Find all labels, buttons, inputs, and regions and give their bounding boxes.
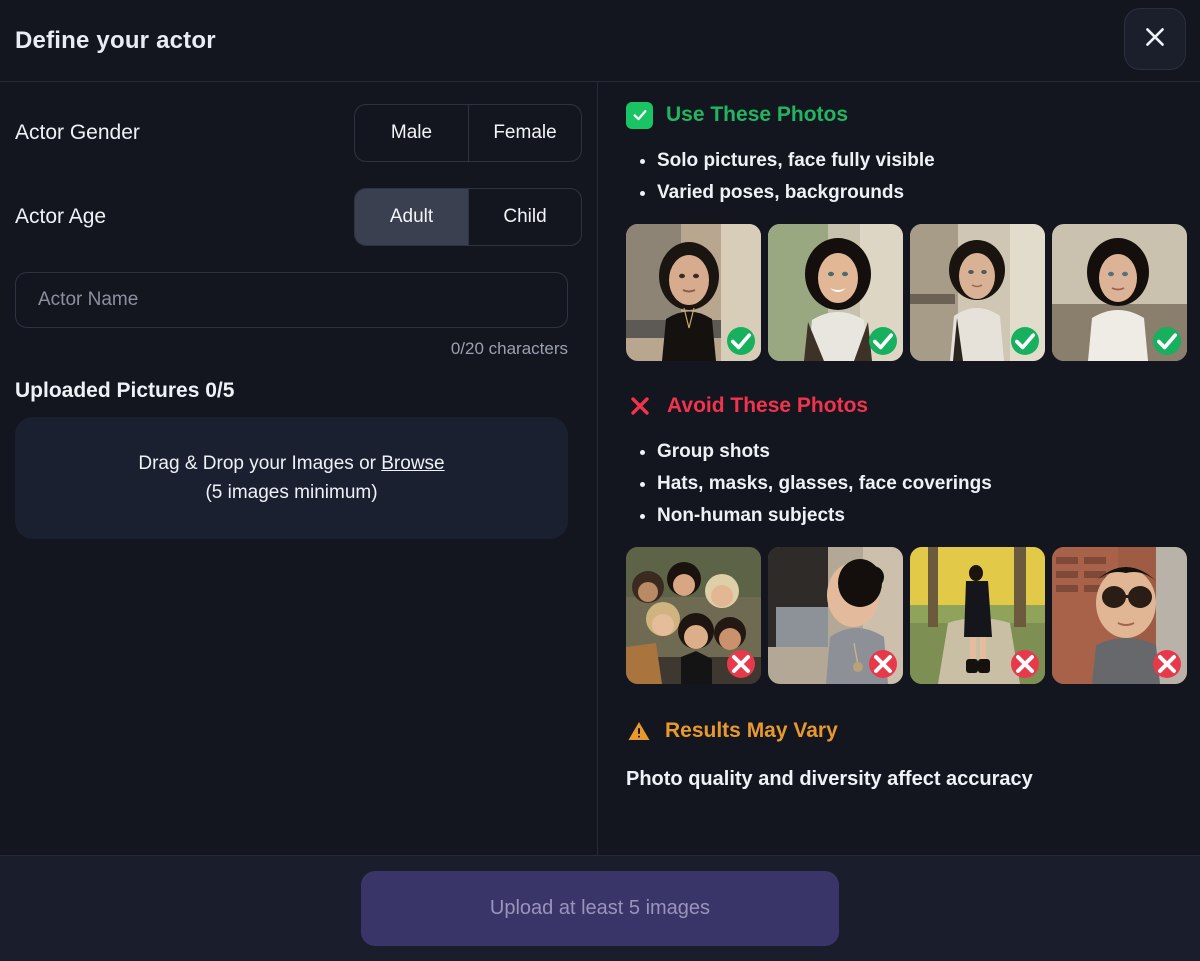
checkbox-checked-icon bbox=[626, 102, 653, 129]
results-may-vary-header: Results May Vary bbox=[626, 714, 1200, 748]
gender-label: Actor Gender bbox=[15, 121, 140, 145]
actor-form-pane: Actor Gender Male Female Actor Age Adult… bbox=[0, 82, 598, 855]
good-photo-1[interactable] bbox=[626, 224, 761, 361]
close-icon bbox=[1142, 24, 1168, 55]
browse-link[interactable]: Browse bbox=[381, 453, 444, 474]
warning-triangle-icon bbox=[626, 718, 652, 744]
photo-guidance-pane: Use These Photos Solo pictures, face ful… bbox=[598, 82, 1200, 855]
bad-photo-row bbox=[626, 547, 1200, 684]
image-dropzone[interactable]: Drag & Drop your Images or Browse (5 ima… bbox=[15, 417, 568, 539]
results-may-vary-note: Photo quality and diversity affect accur… bbox=[626, 768, 1200, 791]
submit-button[interactable]: Upload at least 5 images bbox=[361, 871, 839, 946]
actor-name-input[interactable] bbox=[15, 272, 568, 328]
x-badge bbox=[869, 650, 897, 678]
uploaded-pictures-title: Uploaded Pictures 0/5 bbox=[15, 379, 582, 403]
gender-option-female[interactable]: Female bbox=[468, 105, 581, 161]
gender-segmented-control[interactable]: Male Female bbox=[354, 104, 582, 162]
check-badge bbox=[1011, 327, 1039, 355]
x-badge bbox=[1011, 650, 1039, 678]
age-label: Actor Age bbox=[15, 205, 106, 229]
modal-footer: Upload at least 5 images bbox=[0, 855, 1200, 961]
list-item: Non-human subjects bbox=[640, 500, 1200, 532]
bad-photo-4[interactable] bbox=[1052, 547, 1187, 684]
cross-icon bbox=[626, 392, 654, 420]
modal-body: Actor Gender Male Female Actor Age Adult… bbox=[0, 82, 1200, 855]
avoid-these-photos-list: Group shots Hats, masks, glasses, face c… bbox=[626, 436, 1200, 532]
modal-header: Define your actor bbox=[0, 0, 1200, 82]
gender-field-row: Actor Gender Male Female bbox=[15, 104, 582, 162]
avoid-these-photos-header: Avoid These Photos bbox=[626, 389, 1200, 423]
use-these-photos-list: Solo pictures, face fully visible Varied… bbox=[626, 145, 1200, 209]
check-badge bbox=[727, 327, 755, 355]
close-button[interactable] bbox=[1124, 8, 1186, 70]
dropzone-hint: (5 images minimum) bbox=[205, 482, 377, 504]
char-counter: 0/20 characters bbox=[15, 339, 568, 359]
list-item: Hats, masks, glasses, face coverings bbox=[640, 468, 1200, 500]
bad-photo-1[interactable] bbox=[626, 547, 761, 684]
use-these-photos-header: Use These Photos bbox=[626, 98, 1200, 132]
good-photo-3[interactable] bbox=[910, 224, 1045, 361]
check-badge bbox=[869, 327, 897, 355]
gender-option-male[interactable]: Male bbox=[355, 105, 468, 161]
results-may-vary-block: Results May Vary Photo quality and diver… bbox=[626, 714, 1200, 791]
list-item: Varied poses, backgrounds bbox=[640, 177, 1200, 209]
dropzone-primary-text: Drag & Drop your Images or Browse bbox=[138, 453, 444, 475]
page-title: Define your actor bbox=[15, 27, 216, 55]
x-badge bbox=[727, 650, 755, 678]
bad-photo-2[interactable] bbox=[768, 547, 903, 684]
results-may-vary-label: Results May Vary bbox=[665, 719, 838, 743]
age-segmented-control[interactable]: Adult Child bbox=[354, 188, 582, 246]
list-item: Solo pictures, face fully visible bbox=[640, 145, 1200, 177]
age-option-adult[interactable]: Adult bbox=[355, 189, 468, 245]
good-photo-row bbox=[626, 224, 1200, 361]
x-badge bbox=[1153, 650, 1181, 678]
avoid-these-photos-label: Avoid These Photos bbox=[667, 394, 868, 418]
good-photo-4[interactable] bbox=[1052, 224, 1187, 361]
list-item: Group shots bbox=[640, 436, 1200, 468]
good-photo-2[interactable] bbox=[768, 224, 903, 361]
check-badge bbox=[1153, 327, 1181, 355]
age-field-row: Actor Age Adult Child bbox=[15, 188, 582, 246]
age-option-child[interactable]: Child bbox=[468, 189, 581, 245]
use-these-photos-label: Use These Photos bbox=[666, 103, 848, 127]
define-actor-modal: Define your actor Actor Gender Male Fema… bbox=[0, 0, 1200, 961]
bad-photo-3[interactable] bbox=[910, 547, 1045, 684]
dropzone-prefix: Drag & Drop your Images or bbox=[138, 453, 381, 474]
